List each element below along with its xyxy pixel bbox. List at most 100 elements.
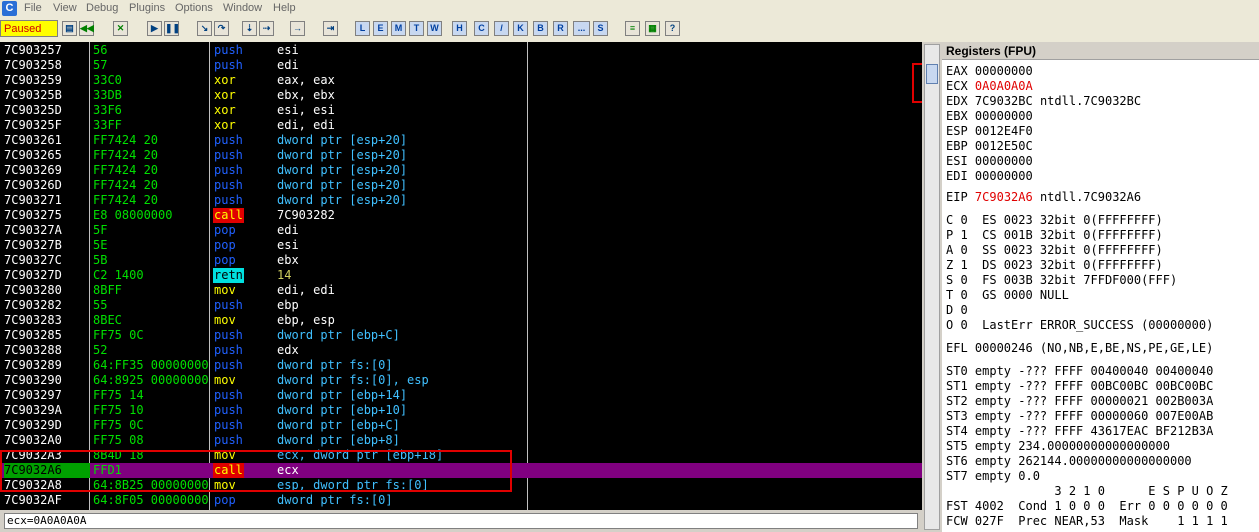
disasm-row[interactable]: 7C90325D 33F6 xor esi, esi	[0, 103, 922, 118]
disasm-row[interactable]: 7C90326D FF7424 20 push dword ptr [esp+20]	[0, 178, 922, 193]
disasm-row[interactable]: 7C903288 52 push edx	[0, 343, 922, 358]
toolbar-button-breakpoints[interactable]: B	[533, 21, 548, 36]
fpu-status-line[interactable]: 3 2 1 0 E S P U O Z	[946, 484, 1227, 499]
disassembly-pane[interactable]: 7C903257 56 push esi 7C903258 57 push edi 7C9032…	[0, 42, 922, 510]
trace-into-icon[interactable]: ⇣	[242, 21, 257, 36]
command-line-input[interactable]: ecx=0A0A0A0A	[4, 513, 918, 529]
fpu-register[interactable]: ST5 empty 234.00000000000000000	[946, 439, 1170, 454]
toolbar-button-runtrace[interactable]: ...	[573, 21, 590, 36]
open-icon[interactable]: ▤	[62, 21, 77, 36]
flag-line[interactable]: A 0 SS 0023 32bit 0(FFFFFFFF)	[946, 243, 1163, 258]
disasm-row[interactable]: 7C9032A6 FFD1 call ecx	[0, 463, 922, 478]
scrollbar-track[interactable]	[924, 44, 940, 530]
register-ebp[interactable]: EBP 0012E50C	[946, 139, 1033, 154]
toolbar-button-threads[interactable]: T	[409, 21, 424, 36]
disasm-row[interactable]: 7C903275 E8 08000000 call 7C903282	[0, 208, 922, 223]
disasm-row[interactable]: 7C9032A0 FF75 08 push dword ptr [ebp+8]	[0, 433, 922, 448]
menu-view[interactable]: View	[53, 2, 77, 14]
disasm-row[interactable]: 7C903265 FF7424 20 push dword ptr [esp+20]	[0, 148, 922, 163]
pause-icon[interactable]: ❚❚	[164, 21, 180, 36]
disasm-row[interactable]: 7C90325B 33DB xor ebx, ebx	[0, 88, 922, 103]
help-icon[interactable]: ?	[665, 21, 680, 36]
disasm-row[interactable]: 7C903269 FF7424 20 push dword ptr [esp+20]	[0, 163, 922, 178]
register-edx[interactable]: EDX 7C9032BC ntdll.7C9032BC	[946, 94, 1141, 109]
menu-window[interactable]: Window	[223, 2, 262, 14]
disasm-row[interactable]: 7C903280 8BFF mov edi, edi	[0, 283, 922, 298]
disasm-row[interactable]: 7C903257 56 push esi	[0, 43, 922, 58]
register-ebx[interactable]: EBX 00000000	[946, 109, 1033, 124]
disasm-row[interactable]: 7C9032AF 64:8F05 00000000 pop dword ptr fs:…	[0, 493, 922, 508]
disasm-row[interactable]: 7C903282 55 push ebp	[0, 298, 922, 313]
disasm-row[interactable]: 7C903261 FF7424 20 push dword ptr [esp+20]	[0, 133, 922, 148]
execute-till-return-icon[interactable]: →	[290, 21, 305, 36]
toolbar-button-source[interactable]: S	[593, 21, 608, 36]
menu-options[interactable]: Options	[175, 2, 213, 14]
flag-line[interactable]: O 0 LastErr ERROR_SUCCESS (00000000)	[946, 318, 1213, 333]
grid-icon[interactable]: ▦	[645, 21, 660, 36]
disasm-row[interactable]: 7C90329A FF75 10 push dword ptr [ebp+10]	[0, 403, 922, 418]
fpu-register[interactable]: ST1 empty -??? FFFF 00BC00BC 00BC00BC	[946, 379, 1213, 394]
fpu-status-line[interactable]: FST 4002 Cond 1 0 0 0 Err 0 0 0 0 0 0	[946, 499, 1228, 514]
flag-line[interactable]: P 1 CS 001B 32bit 0(FFFFFFFF)	[946, 228, 1163, 243]
menu-plugins[interactable]: Plugins	[129, 2, 165, 14]
run-icon[interactable]: ▶	[147, 21, 162, 36]
menu-debug[interactable]: Debug	[86, 2, 118, 14]
disasm-row[interactable]: 7C90327C 5B pop ebx	[0, 253, 922, 268]
fpu-register[interactable]: ST0 empty -??? FFFF 00400040 00400040	[946, 364, 1213, 379]
toolbar-button-cpu[interactable]: C	[474, 21, 489, 36]
disasm-row[interactable]: 7C903283 8BEC mov ebp, esp	[0, 313, 922, 328]
flag-line[interactable]: T 0 GS 0000 NULL	[946, 288, 1069, 303]
disasm-row[interactable]: 7C90325F 33FF xor edi, edi	[0, 118, 922, 133]
disasm-row[interactable]: 7C90329D FF75 0C push dword ptr [ebp+C]	[0, 418, 922, 433]
disasm-row[interactable]: 7C90327D C2 1400 retn 14	[0, 268, 922, 283]
register-esi[interactable]: ESI 00000000	[946, 154, 1033, 169]
register-esp[interactable]: ESP 0012E4F0	[946, 124, 1033, 139]
disasm-row[interactable]: 7C903258 57 push edi	[0, 58, 922, 73]
disasm-row[interactable]: 7C9032A3 8B4D 18 mov ecx, dword ptr [ebp+18…	[0, 448, 922, 463]
register-efl[interactable]: EFL 00000246 (NO,NB,E,BE,NS,PE,GE,LE)	[946, 341, 1213, 356]
register-edi[interactable]: EDI 00000000	[946, 169, 1033, 184]
flag-line[interactable]: D 0	[946, 303, 968, 318]
toolbar-button-memory[interactable]: M	[391, 21, 406, 36]
disasm-row[interactable]: 7C90327A 5F pop edi	[0, 223, 922, 238]
disasm-row[interactable]: 7C903289 64:FF35 00000000 push dword ptr fs…	[0, 358, 922, 373]
toolbar-button-windows[interactable]: W	[427, 21, 442, 36]
disasm-row[interactable]: 7C903290 64:8925 00000000 mov dword ptr fs:…	[0, 373, 922, 388]
toolbar-button-log[interactable]: L	[355, 21, 370, 36]
flag-line[interactable]: C 0 ES 0023 32bit 0(FFFFFFFF)	[946, 213, 1163, 228]
step-into-icon[interactable]: ↘	[197, 21, 212, 36]
fpu-status-line[interactable]: FCW 027F Prec NEAR,53 Mask 1 1 1 1	[946, 514, 1228, 529]
trace-over-icon[interactable]: ⇢	[259, 21, 274, 36]
disasm-row[interactable]: 7C903259 33C0 xor eax, eax	[0, 73, 922, 88]
disasm-row[interactable]: 7C903297 FF75 14 push dword ptr [ebp+14]	[0, 388, 922, 403]
menu-file[interactable]: File	[24, 2, 42, 14]
flag-line[interactable]: Z 1 DS 0023 32bit 0(FFFFFFFF)	[946, 258, 1163, 273]
disasm-row[interactable]: 7C903285 FF75 0C push dword ptr [ebp+C]	[0, 328, 922, 343]
menu-help[interactable]: Help	[273, 2, 296, 14]
scrollbar-thumb[interactable]	[926, 64, 938, 84]
toolbar-button-references[interactable]: R	[553, 21, 568, 36]
disasm-row[interactable]: 7C903271 FF7424 20 push dword ptr [esp+20]	[0, 193, 922, 208]
fpu-register[interactable]: ST2 empty -??? FFFF 00000021 002B003A	[946, 394, 1213, 409]
register-eax[interactable]: EAX 00000000	[946, 64, 1033, 79]
registers-pane[interactable]: Registers (FPU) EAX 00000000 ECX 0A0A0A0A…	[942, 42, 1259, 532]
fpu-register[interactable]: ST7 empty 0.0	[946, 469, 1040, 484]
goto-icon[interactable]: ⇥	[323, 21, 338, 36]
app-icon[interactable]: C	[2, 1, 17, 16]
toolbar-button-patches[interactable]: /	[494, 21, 509, 36]
disasm-row[interactable]: 7C9032A8 64:8B25 00000000 mov esp, dword pt…	[0, 478, 922, 493]
fpu-register[interactable]: ST6 empty 262144.00000000000000000	[946, 454, 1192, 469]
fpu-register[interactable]: ST4 empty -??? FFFF 43617EAC BF212B3A	[946, 424, 1213, 439]
disasm-row[interactable]: 7C90327B 5E pop esi	[0, 238, 922, 253]
register-ecx[interactable]: ECX 0A0A0A0A	[946, 79, 1033, 94]
register-eip[interactable]: EIP 7C9032A6 ntdll.7C9032A6	[946, 190, 1141, 205]
close-icon[interactable]: ✕	[113, 21, 128, 36]
fpu-register[interactable]: ST3 empty -??? FFFF 00000060 007E00AB	[946, 409, 1213, 424]
list-icon[interactable]: ≡	[625, 21, 640, 36]
toolbar-button-callstack[interactable]: K	[513, 21, 528, 36]
step-over-icon[interactable]: ↷	[214, 21, 229, 36]
flag-line[interactable]: S 0 FS 003B 32bit 7FFDF000(FFF)	[946, 273, 1177, 288]
toolbar-button-modules[interactable]: E	[373, 21, 388, 36]
toolbar-button-handles[interactable]: H	[452, 21, 467, 36]
restart-icon[interactable]: ◀◀	[79, 21, 94, 36]
